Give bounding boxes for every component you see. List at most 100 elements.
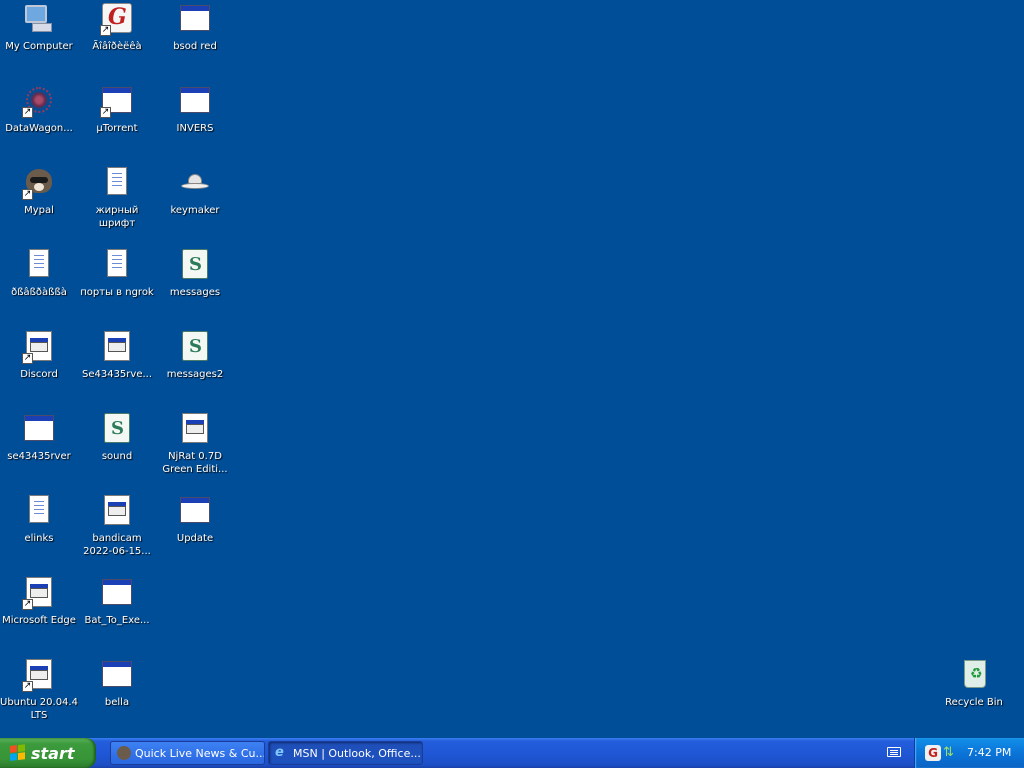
system-tray: G ⇅ 7:42 PM bbox=[914, 738, 1024, 768]
desktop-icon-sound[interactable]: S sound bbox=[78, 412, 156, 463]
shortcut-arrow-icon: ↗ bbox=[22, 681, 33, 692]
desktop-icon-update[interactable]: Update bbox=[156, 494, 234, 545]
icon-label: ðßâßðàßßà bbox=[11, 287, 67, 298]
desktop-icon-messages[interactable]: S messages bbox=[156, 248, 234, 299]
icon-label: Bat_To_Exe... bbox=[84, 615, 150, 626]
desktop-icon-microsoft-edge[interactable]: ↗ Microsoft Edge bbox=[0, 576, 78, 627]
raccoon-icon: ↗ bbox=[22, 166, 56, 200]
desktop-icon-bat-to-exe[interactable]: Bat_To_Exe... bbox=[78, 576, 156, 627]
taskbar-button-quick-live-news[interactable]: Quick Live News & Cu... bbox=[110, 741, 265, 765]
desktop-icon-mypal[interactable]: ↗ Mypal bbox=[0, 166, 78, 217]
icon-label: INVERS bbox=[176, 123, 214, 134]
window-icon bbox=[178, 2, 212, 36]
executable-icon: ↗ bbox=[22, 576, 56, 610]
desktop: My Computer ↗ DataWagon... ↗ Mypal ðßâßð… bbox=[0, 0, 1024, 738]
desktop-icon-se43435rve[interactable]: Se43435rve... bbox=[78, 330, 156, 381]
shortcut-arrow-icon: ↗ bbox=[22, 353, 33, 364]
icon-label: bsod red bbox=[173, 41, 217, 52]
desktop-icon-datawagon[interactable]: ↗ DataWagon... bbox=[0, 84, 78, 135]
window-icon bbox=[100, 658, 134, 692]
icon-label: NjRat 0.7D Green Editi... bbox=[162, 451, 228, 475]
desktop-icon-bsod-red[interactable]: bsod red bbox=[156, 2, 234, 53]
shortcut-arrow-icon: ↗ bbox=[100, 107, 111, 118]
datawagon-icon: ↗ bbox=[22, 84, 56, 118]
window-icon bbox=[178, 84, 212, 118]
desktop-icon-bold-font[interactable]: жирный шрифт bbox=[78, 166, 156, 230]
icon-label: Update bbox=[176, 533, 214, 544]
shortcut-arrow-icon: ↗ bbox=[100, 25, 111, 36]
desktop-icon-recycle-bin[interactable]: ♻ Recycle Bin bbox=[935, 658, 1013, 709]
window-icon bbox=[22, 412, 56, 446]
desktop-icon-text-document[interactable]: ðßâßðàßßà bbox=[0, 248, 78, 299]
icon-label: Ãîâîðèëêà bbox=[92, 41, 142, 52]
executable-icon bbox=[100, 494, 134, 528]
windows-logo-icon bbox=[10, 744, 26, 762]
icon-label: sound bbox=[101, 451, 133, 462]
window-icon bbox=[178, 494, 212, 528]
desktop-icon-my-computer[interactable]: My Computer bbox=[0, 2, 78, 53]
desktop-icon-messages2[interactable]: S messages2 bbox=[156, 330, 234, 381]
icon-label: bella bbox=[104, 697, 130, 708]
internet-explorer-icon: e bbox=[275, 745, 284, 760]
text-document-icon bbox=[22, 494, 56, 528]
icon-label: elinks bbox=[24, 533, 54, 544]
icon-label: порты в ngrok bbox=[80, 287, 154, 298]
icon-label: se43435rver bbox=[7, 451, 71, 462]
phone-app-icon: G ↗ bbox=[100, 2, 134, 36]
icon-label: My Computer bbox=[5, 41, 73, 52]
taskbar-button-msn[interactable]: e MSN | Outlook, Office... bbox=[268, 741, 423, 765]
desktop-icon-njrat[interactable]: NjRat 0.7D Green Editi... bbox=[156, 412, 234, 476]
computer-icon bbox=[22, 2, 56, 36]
desktop-icon-utorrent[interactable]: ↗ µTorrent bbox=[78, 84, 156, 135]
window-icon: ↗ bbox=[100, 84, 134, 118]
icon-label: messages bbox=[169, 287, 221, 298]
govorilka-tray-icon[interactable]: G bbox=[925, 745, 941, 761]
icon-label: messages2 bbox=[166, 369, 224, 380]
text-document-icon bbox=[100, 248, 134, 282]
clock[interactable]: 7:42 PM bbox=[967, 746, 1011, 759]
icon-label: Microsoft Edge bbox=[2, 615, 76, 626]
start-label: start bbox=[31, 743, 75, 763]
text-document-icon bbox=[22, 248, 56, 282]
desktop-icon-ubuntu[interactable]: ↗ Ubuntu 20.04.4 LTS bbox=[0, 658, 78, 722]
desktop-icon-invers[interactable]: INVERS bbox=[156, 84, 234, 135]
desktop-icon-govorilka[interactable]: G ↗ Ãîâîðèëêà bbox=[78, 2, 156, 53]
icon-label: Se43435rve... bbox=[81, 369, 153, 380]
desktop-icon-bandicam[interactable]: bandicam 2022-06-15... bbox=[78, 494, 156, 558]
recycle-bin-icon: ♻ bbox=[957, 658, 991, 692]
raccoon-icon bbox=[117, 746, 131, 760]
executable-icon bbox=[100, 330, 134, 364]
icon-label: Ubuntu 20.04.4 LTS bbox=[0, 697, 78, 721]
desktop-icon-bella[interactable]: bella bbox=[78, 658, 156, 709]
icon-label: DataWagon... bbox=[5, 123, 73, 134]
icon-label: Discord bbox=[20, 369, 58, 380]
keyboard-icon[interactable] bbox=[887, 747, 901, 757]
desktop-icon-se43435rver[interactable]: se43435rver bbox=[0, 412, 78, 463]
icon-label: Recycle Bin bbox=[945, 697, 1003, 708]
executable-icon: ↗ bbox=[22, 330, 56, 364]
text-document-icon bbox=[100, 166, 134, 200]
shortcut-arrow-icon: ↗ bbox=[22, 107, 33, 118]
shortcut-arrow-icon: ↗ bbox=[22, 599, 33, 610]
start-button[interactable]: start bbox=[0, 738, 96, 768]
desktop-icon-discord[interactable]: ↗ Discord bbox=[0, 330, 78, 381]
icon-label: µTorrent bbox=[96, 123, 138, 134]
icon-label: bandicam 2022-06-15... bbox=[83, 533, 151, 557]
task-label: MSN | Outlook, Office... bbox=[293, 746, 421, 760]
executable-icon: ↗ bbox=[22, 658, 56, 692]
script-icon: S bbox=[100, 412, 134, 446]
window-icon bbox=[100, 576, 134, 610]
executable-icon bbox=[178, 412, 212, 446]
desktop-icon-keymaker[interactable]: keymaker bbox=[156, 166, 234, 217]
icon-label: keymaker bbox=[170, 205, 220, 216]
icon-label: жирный шрифт bbox=[95, 205, 139, 229]
taskbar: start Quick Live News & Cu... e MSN | Ou… bbox=[0, 738, 1024, 768]
script-icon: S bbox=[178, 248, 212, 282]
hat-icon bbox=[178, 166, 212, 200]
network-tray-icon[interactable]: ⇅ bbox=[943, 745, 959, 761]
desktop-icon-ngrok-ports[interactable]: порты в ngrok bbox=[78, 248, 156, 299]
desktop-icon-elinks[interactable]: elinks bbox=[0, 494, 78, 545]
icon-label: Mypal bbox=[24, 205, 54, 216]
script-icon: S bbox=[178, 330, 212, 364]
task-label: Quick Live News & Cu... bbox=[135, 746, 265, 760]
